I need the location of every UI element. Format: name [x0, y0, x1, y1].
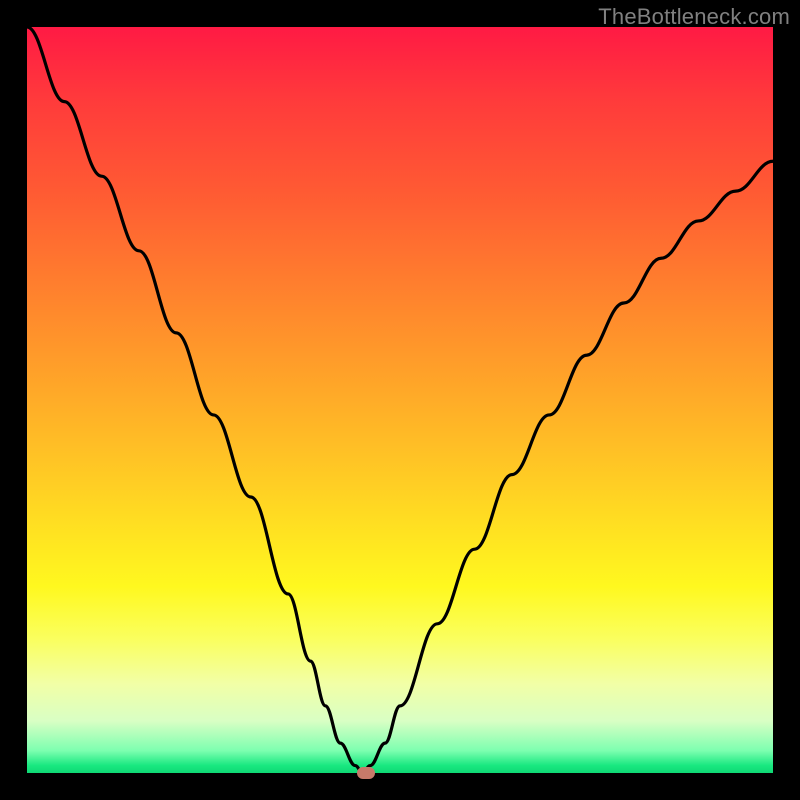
- optimal-point-marker: [357, 767, 375, 779]
- chart-frame: TheBottleneck.com: [0, 0, 800, 800]
- bottleneck-curve: [27, 27, 773, 773]
- watermark-text: TheBottleneck.com: [598, 4, 790, 30]
- plot-area: [27, 27, 773, 773]
- curve-path: [27, 27, 773, 773]
